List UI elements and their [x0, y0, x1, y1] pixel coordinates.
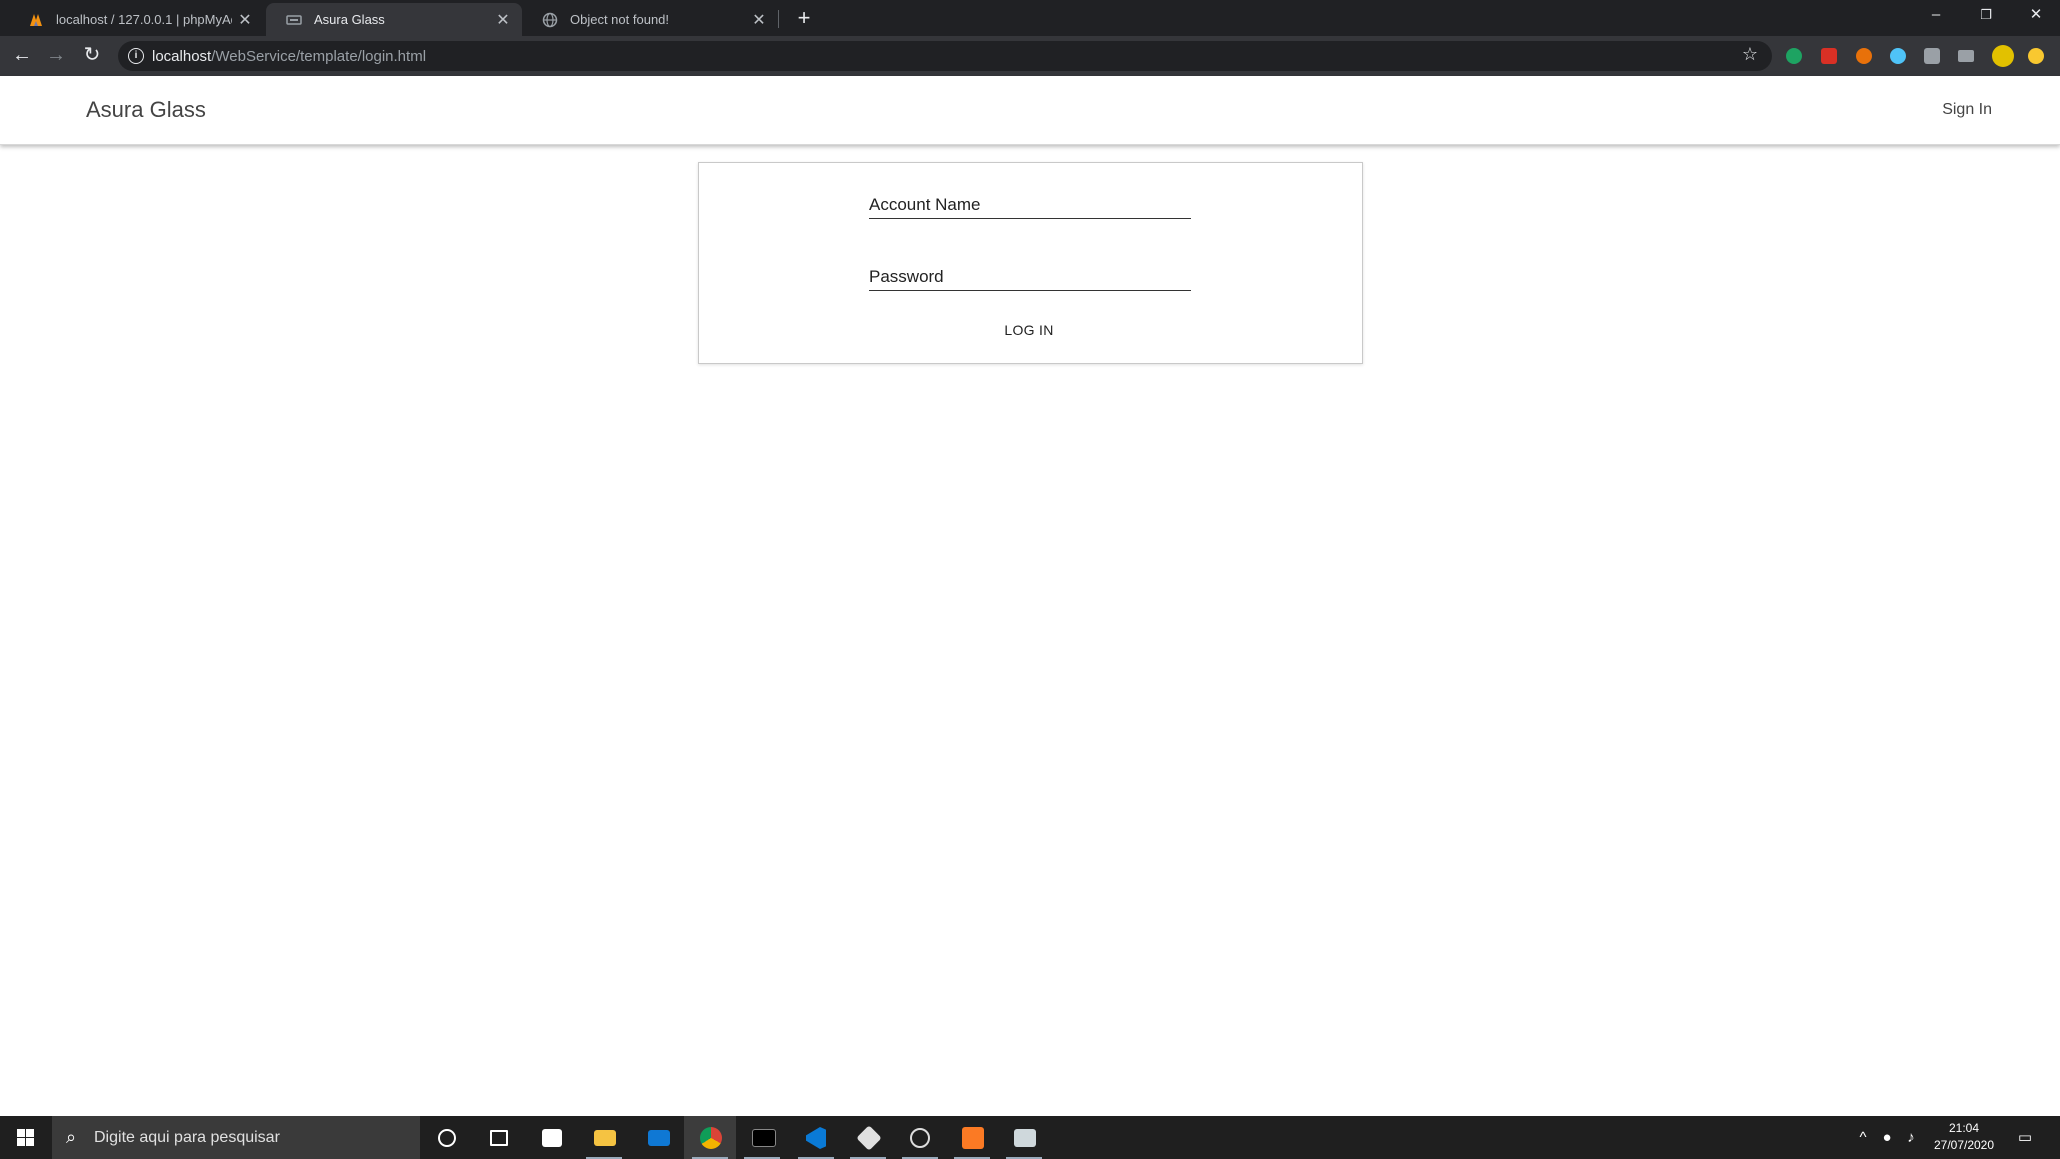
- forward-icon[interactable]: →: [44, 44, 68, 68]
- xampp-icon[interactable]: [946, 1116, 998, 1159]
- taskbar-search[interactable]: ⌕ Digite aqui para pesquisar: [52, 1116, 420, 1159]
- tab-title: Asura Glass: [314, 12, 385, 27]
- taskbar-clock[interactable]: 21:04 27/07/2020: [1924, 1120, 2004, 1154]
- login-card: LOG IN: [698, 162, 1363, 364]
- address-bar[interactable]: i localhost/WebService/template/login.ht…: [118, 41, 1772, 71]
- clock-time: 21:04: [1948, 1121, 1980, 1135]
- clock-date: 27/07/2020: [1933, 1138, 1995, 1152]
- start-button[interactable]: [0, 1116, 50, 1159]
- cortana-icon[interactable]: [420, 1116, 472, 1159]
- file-explorer-icon[interactable]: [578, 1116, 630, 1159]
- back-icon[interactable]: ←: [10, 44, 34, 68]
- taskbar-search-placeholder: Digite aqui para pesquisar: [94, 1129, 280, 1146]
- tab-title: localhost / 127.0.0.1 | phpMyAdmin: [56, 12, 232, 27]
- phpmyadmin-favicon: [30, 13, 42, 26]
- extension-yellow-icon[interactable]: [2028, 48, 2044, 64]
- volume-icon[interactable]: ♪: [1900, 1116, 1922, 1159]
- password-field[interactable]: [869, 265, 1191, 291]
- reading-list-icon[interactable]: [1958, 50, 1974, 62]
- windows-logo-icon: [17, 1129, 34, 1146]
- tab-asura-glass[interactable]: Asura Glass ✕: [266, 3, 522, 36]
- close-tab-icon[interactable]: ✕: [490, 10, 516, 30]
- remote-desktop-icon[interactable]: [998, 1116, 1050, 1159]
- profile-avatar[interactable]: [1992, 45, 2014, 67]
- close-window-button[interactable]: ✕: [2012, 0, 2060, 32]
- search-icon: ⌕: [66, 1127, 77, 1147]
- browser-tab-strip: localhost / 127.0.0.1 | phpMyAdmin ✕ Asu…: [0, 0, 2060, 36]
- tab-phpmyadmin[interactable]: localhost / 127.0.0.1 | phpMyAdmin ✕: [8, 3, 264, 36]
- obs-icon[interactable]: [894, 1116, 946, 1159]
- mail-icon[interactable]: [632, 1116, 684, 1159]
- extension-orange-icon[interactable]: [1856, 48, 1872, 64]
- url-host: localhost: [152, 48, 212, 65]
- close-tab-icon[interactable]: ✕: [232, 10, 258, 30]
- extension-green-icon[interactable]: [1786, 48, 1802, 64]
- brand-title[interactable]: Asura Glass: [86, 97, 206, 123]
- new-tab-button[interactable]: +: [790, 4, 818, 32]
- tab-title: Object not found!: [570, 12, 670, 27]
- notification-center-icon[interactable]: ▭: [2010, 1116, 2040, 1159]
- password-input[interactable]: [869, 265, 1191, 289]
- minimize-button[interactable]: –: [1912, 0, 1960, 32]
- extensions-puzzle-icon[interactable]: [1924, 48, 1940, 64]
- vscode-icon[interactable]: [790, 1116, 842, 1159]
- url-text[interactable]: localhost/WebService/template/login.html: [152, 48, 426, 65]
- page-viewport: Asura Glass Sign In LOG IN: [0, 76, 2060, 1116]
- app-icon[interactable]: [842, 1116, 894, 1159]
- close-tab-icon[interactable]: ✕: [746, 10, 772, 30]
- extension-red-icon[interactable]: [1821, 48, 1837, 64]
- log-in-button[interactable]: LOG IN: [979, 318, 1079, 342]
- microphone-icon[interactable]: ●: [1876, 1116, 1898, 1159]
- restore-button[interactable]: ❐: [1962, 0, 2010, 32]
- terminal-icon[interactable]: [736, 1116, 788, 1159]
- globe-favicon: [542, 12, 558, 27]
- task-view-icon[interactable]: [472, 1116, 524, 1159]
- extension-blue-icon[interactable]: [1890, 48, 1906, 64]
- tab-separator: [778, 10, 779, 28]
- windows-taskbar: ⌕ Digite aqui para pesquisar ^ ● ♪ 21:04…: [0, 1116, 2060, 1159]
- page-favicon: [286, 14, 302, 25]
- app-header: Asura Glass Sign In: [0, 76, 2060, 145]
- tab-object-not-found[interactable]: Object not found! ✕: [522, 3, 778, 36]
- reload-icon[interactable]: ↻: [80, 44, 104, 68]
- show-hidden-icons-chevron-icon[interactable]: ^: [1852, 1116, 1874, 1159]
- chrome-icon[interactable]: [684, 1116, 736, 1159]
- sign-in-link[interactable]: Sign In: [1942, 101, 1992, 119]
- site-info-icon[interactable]: i: [128, 48, 144, 64]
- account-name-field[interactable]: [869, 193, 1191, 219]
- url-path: /WebService/template/login.html: [211, 48, 427, 65]
- browser-toolbar: ← → ↻ i localhost/WebService/template/lo…: [0, 36, 2060, 76]
- bookmark-star-icon[interactable]: ☆: [1742, 44, 1758, 65]
- account-name-input[interactable]: [869, 193, 1191, 217]
- store-icon[interactable]: [526, 1116, 578, 1159]
